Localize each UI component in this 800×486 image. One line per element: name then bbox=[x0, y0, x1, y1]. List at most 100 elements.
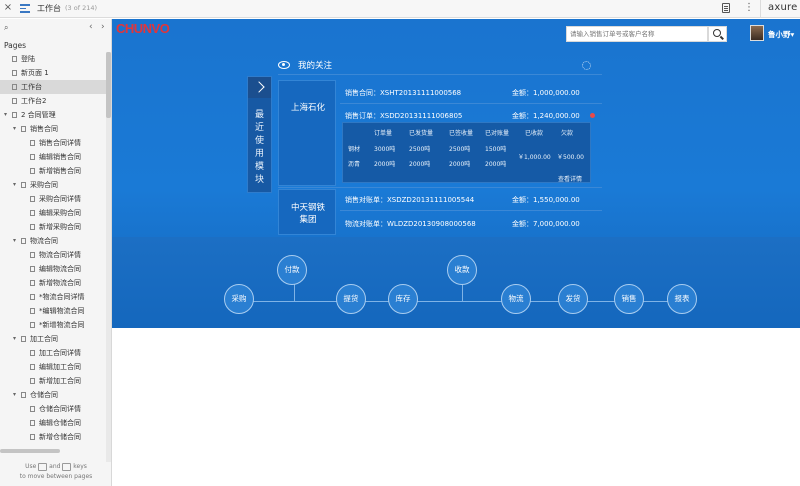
order-search-input[interactable] bbox=[567, 27, 707, 41]
username-menu[interactable]: 鲁小野▾ bbox=[768, 29, 794, 40]
page-icon bbox=[30, 434, 35, 440]
section-divider bbox=[278, 187, 602, 188]
tree-item[interactable]: ▾ 2 合同管理 bbox=[0, 108, 106, 122]
expand-arrow-icon[interactable]: ▾ bbox=[4, 108, 7, 122]
tree-item[interactable]: *新增物流合同 bbox=[0, 318, 106, 332]
flow-node-pickup[interactable]: 提货 bbox=[336, 284, 366, 314]
tree-item-label: *物流合同详情 bbox=[39, 293, 85, 301]
flow-node-inventory[interactable]: 库存 bbox=[388, 284, 418, 314]
sitemap-menu-icon[interactable] bbox=[20, 4, 30, 13]
page-icon bbox=[30, 154, 35, 160]
gear-icon[interactable] bbox=[582, 61, 591, 70]
page-count: (3 of 214) bbox=[65, 4, 98, 12]
cell: 2500吨 bbox=[449, 146, 471, 153]
page-title: 工作台 bbox=[37, 4, 61, 13]
flow-node-logistics[interactable]: 物流 bbox=[501, 284, 531, 314]
page-icon bbox=[30, 294, 35, 300]
row-divider bbox=[340, 103, 602, 104]
tree-item-label: 编辑物流合同 bbox=[39, 265, 81, 273]
sidebar-scrollbar[interactable] bbox=[106, 52, 111, 462]
tree-item[interactable]: 工作台 bbox=[0, 80, 106, 94]
expand-arrow-icon[interactable]: ▾ bbox=[13, 332, 16, 346]
tree-item[interactable]: 编辑销售合同 bbox=[0, 150, 106, 164]
close-icon[interactable]: × bbox=[3, 2, 13, 14]
tree-item-label: 物流合同详情 bbox=[39, 251, 81, 259]
th-order-qty: 订单量 bbox=[374, 130, 393, 137]
expand-arrow-icon[interactable]: ▾ bbox=[13, 122, 16, 136]
chevron-right-icon[interactable]: › bbox=[101, 22, 105, 32]
expand-arrow-icon[interactable]: ▾ bbox=[13, 388, 16, 402]
flow-node-payment[interactable]: 付款 bbox=[277, 255, 307, 285]
tree-item[interactable]: ▾ 采购合同 bbox=[0, 178, 106, 192]
page-icon bbox=[30, 364, 35, 370]
notes-icon[interactable] bbox=[722, 3, 730, 13]
tree-item[interactable]: ▾ 仓储合同 bbox=[0, 388, 106, 402]
view-details-link[interactable]: 查看详情 bbox=[558, 174, 582, 183]
tree-item-label: 加工合同详情 bbox=[39, 349, 81, 357]
tree-item[interactable]: 新增加工合同 bbox=[0, 374, 106, 388]
owed-amount: ￥500.00 bbox=[557, 154, 584, 161]
search-button[interactable] bbox=[708, 26, 727, 42]
order-search-field[interactable] bbox=[566, 26, 708, 42]
tree-item[interactable]: 编辑仓储合同 bbox=[0, 416, 106, 430]
search-icon[interactable]: ⌕ bbox=[4, 23, 8, 33]
pages-heading: Pages bbox=[4, 41, 27, 50]
cell: 2000吨 bbox=[409, 161, 431, 168]
tree-item[interactable]: 登陆 bbox=[0, 52, 106, 66]
recent-modules-tab[interactable]: 最近使用模块 bbox=[247, 76, 272, 193]
tree-item[interactable]: 加工合同详情 bbox=[0, 346, 106, 360]
tree-item-label: 新增物流合同 bbox=[39, 279, 81, 287]
tree-item[interactable]: 编辑物流合同 bbox=[0, 262, 106, 276]
flow-node-shipping[interactable]: 发货 bbox=[558, 284, 588, 314]
tree-item[interactable]: ▾ 销售合同 bbox=[0, 122, 106, 136]
tree-item[interactable]: ▾ 加工合同 bbox=[0, 332, 106, 346]
sales-contract-line[interactable]: 销售合同：XSHT20131111000568 bbox=[345, 88, 461, 98]
tree-item[interactable]: 编辑加工合同 bbox=[0, 360, 106, 374]
tree-item[interactable]: 新增仓储合同 bbox=[0, 430, 106, 444]
tree-item[interactable]: 工作台2 bbox=[0, 94, 106, 108]
row-name: 钢材 bbox=[348, 146, 361, 153]
tree-item[interactable]: 物流合同详情 bbox=[0, 248, 106, 262]
sales-order-line[interactable]: 销售订单：XSDD20131111006805 bbox=[345, 111, 462, 121]
page-icon bbox=[30, 252, 35, 258]
page-icon bbox=[30, 420, 35, 426]
tree-item[interactable]: 新页面 1 bbox=[0, 66, 106, 80]
more-options-icon[interactable]: ⋮ bbox=[744, 2, 754, 14]
folder-icon bbox=[12, 112, 17, 118]
tree-item[interactable]: 仓储合同详情 bbox=[0, 402, 106, 416]
flow-node-report[interactable]: 报表 bbox=[667, 284, 697, 314]
key-right-icon bbox=[62, 462, 72, 471]
cell: 2000吨 bbox=[374, 161, 396, 168]
sidebar-horizontal-scrollbar[interactable] bbox=[0, 449, 60, 453]
sales-statement-line[interactable]: 销售对账单：XSDZD20131111005544 bbox=[345, 195, 474, 205]
flow-node-sales[interactable]: 销售 bbox=[614, 284, 644, 314]
th-shipped-qty: 已发货量 bbox=[409, 130, 434, 137]
tree-item[interactable]: ▾ 物流合同 bbox=[0, 234, 106, 248]
tree-item-label: 编辑仓储合同 bbox=[39, 419, 81, 427]
company-card[interactable]: 中天钢铁 集团 bbox=[278, 189, 336, 235]
tree-item[interactable]: 编辑采购合同 bbox=[0, 206, 106, 220]
tree-item[interactable]: 新增物流合同 bbox=[0, 276, 106, 290]
tree-item[interactable]: 新增采购合同 bbox=[0, 220, 106, 234]
page-tree: 登陆 新页面 1 工作台 工作台2 ▾ 2 合同管理 ▾ 销售合同 销售合同详情 编辑销售合同 新增… bbox=[0, 52, 106, 444]
tree-item-label: 采购合同 bbox=[30, 181, 58, 189]
tree-item-label: 编辑销售合同 bbox=[39, 153, 81, 161]
tree-item[interactable]: *编辑物流合同 bbox=[0, 304, 106, 318]
company-card[interactable]: 上海石化 bbox=[278, 80, 336, 186]
expand-arrow-icon[interactable]: ▾ bbox=[13, 234, 16, 248]
tree-item[interactable]: 新增销售合同 bbox=[0, 164, 106, 178]
avatar[interactable] bbox=[750, 25, 764, 41]
expand-arrow-icon[interactable]: ▾ bbox=[13, 178, 16, 192]
flow-node-collection[interactable]: 收款 bbox=[447, 255, 477, 285]
th-reconciled-qty: 已对账量 bbox=[485, 130, 510, 137]
tree-item[interactable]: 销售合同详情 bbox=[0, 136, 106, 150]
tree-item[interactable]: 采购合同详情 bbox=[0, 192, 106, 206]
flow-node-purchase[interactable]: 采购 bbox=[224, 284, 254, 314]
tree-item-label: 编辑采购合同 bbox=[39, 209, 81, 217]
folder-icon bbox=[21, 238, 26, 244]
logistics-statement-line[interactable]: 物流对账单：WLDZD20130908000568 bbox=[345, 219, 476, 229]
scrollbar-thumb[interactable] bbox=[106, 52, 111, 118]
tree-item[interactable]: *物流合同详情 bbox=[0, 290, 106, 304]
chevron-left-icon[interactable]: ‹ bbox=[89, 22, 93, 32]
tree-item-label: 2 合同管理 bbox=[21, 111, 56, 119]
